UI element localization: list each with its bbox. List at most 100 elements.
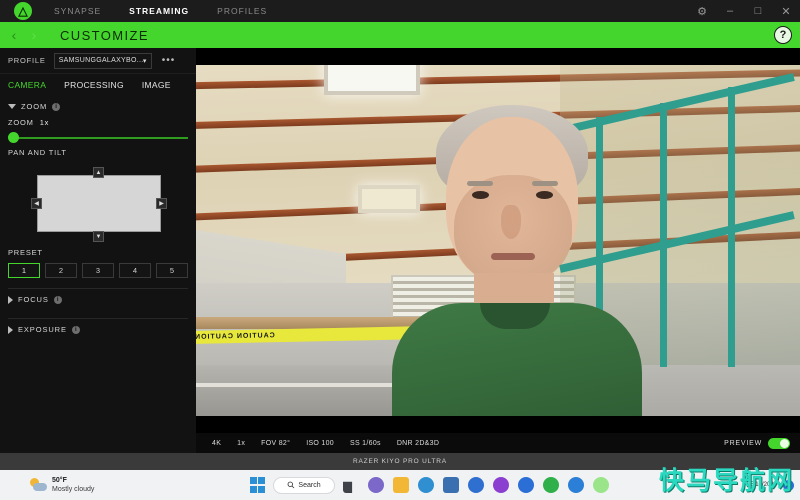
section-focus-title: FOCUS	[18, 295, 49, 304]
pan-tilt-viewport[interactable]	[37, 175, 161, 232]
chevron-right-icon	[8, 295, 13, 304]
chat-icon[interactable]	[366, 476, 385, 495]
profile-row: PROFILE SAMSUNGGALAXYBO... ▾ •••	[0, 48, 196, 74]
preset-button-2[interactable]: 2	[45, 263, 77, 278]
zoom-label-text: ZOOM	[8, 118, 34, 127]
preview-toggle[interactable]	[768, 437, 790, 449]
pan-down-icon[interactable]: ▼	[93, 231, 104, 242]
zoom-slider[interactable]	[0, 131, 196, 145]
taskbar-center: Search	[248, 476, 610, 495]
eye-left	[472, 191, 489, 199]
chevron-down-icon: ▾	[142, 57, 147, 65]
status-dnr: DNR 2D&3D	[396, 439, 440, 447]
taskview-icon[interactable]	[341, 476, 360, 495]
notification-badge[interactable]: 4	[783, 479, 794, 491]
section-zoom-header[interactable]: ZOOM i	[0, 96, 196, 115]
profile-more-icon[interactable]: •••	[162, 55, 176, 66]
camera-preview-video: CAUTION CAUTION	[196, 65, 800, 416]
preset-button-1[interactable]: 1	[8, 263, 40, 278]
weather-widget[interactable]: 50°F Mostly cloudy	[30, 476, 94, 494]
teal-frame-mullion	[660, 103, 667, 367]
subtab-processing[interactable]: PROCESSING	[64, 80, 124, 90]
settings-gear-icon[interactable]: ⚙	[688, 0, 716, 22]
section-zoom-title: ZOOM	[21, 102, 48, 111]
status-iso: ISO 100	[306, 439, 334, 447]
tab-synapse[interactable]: SYNAPSE	[54, 6, 101, 16]
search-placeholder: Search	[298, 481, 321, 489]
razer-logo-icon: △	[14, 2, 32, 20]
chevron-down-icon	[8, 104, 16, 109]
store-icon[interactable]	[441, 476, 460, 495]
minimize-icon[interactable]: –	[716, 0, 744, 22]
forward-arrow-icon[interactable]: ›	[24, 22, 44, 48]
preset-label: PRESET	[8, 248, 43, 257]
subtab-image[interactable]: IMAGE	[142, 80, 171, 90]
preset-buttons: 1 2 3 4 5	[0, 261, 196, 278]
weather-temperature: 50°F	[52, 477, 67, 484]
camera-preview-pane: CAUTION CAUTION	[196, 48, 800, 433]
section-exposure-title: EXPOSURE	[18, 325, 67, 334]
close-icon[interactable]: ✕	[772, 0, 800, 22]
status-resolution: 4K	[212, 439, 222, 447]
help-icon[interactable]: ?	[774, 26, 792, 44]
zoom-slider-label: ZOOM 1x	[0, 115, 196, 131]
file-explorer-icon[interactable]	[391, 476, 410, 495]
device-name: RAZER KIYO PRO ULTRA	[353, 458, 447, 465]
profile-value: SAMSUNGGALAXYBO...	[58, 57, 143, 64]
pan-tilt-label: PAN AND TILT	[8, 148, 67, 157]
section-focus-header[interactable]: FOCUS i	[0, 289, 196, 308]
tray-date[interactable]: 5/10/2023	[750, 481, 777, 489]
status-shutter: SS 1/60s	[350, 439, 381, 447]
info-icon[interactable]: i	[52, 102, 61, 111]
cloud-part	[33, 483, 47, 491]
preset-button-4[interactable]: 4	[119, 263, 151, 278]
pan-tilt-control[interactable]: ▲ ▼ ◀ ▶	[0, 163, 196, 245]
tab-streaming[interactable]: STREAMING	[129, 6, 189, 16]
preset-button-3[interactable]: 3	[82, 263, 114, 278]
search-input[interactable]: Search	[273, 476, 335, 494]
device-bar: RAZER KIYO PRO ULTRA	[0, 453, 800, 470]
eyebrow-left	[467, 181, 493, 186]
edge-icon[interactable]	[416, 476, 435, 495]
zoom-slider-handle[interactable]	[8, 132, 19, 143]
top-nav-tabs: SYNAPSE STREAMING PROFILES	[54, 6, 267, 16]
preview-toggle-group: PREVIEW	[724, 437, 790, 449]
title-bar: △ SYNAPSE STREAMING PROFILES ⚙ – □ ✕	[0, 0, 800, 22]
windows-start-icon[interactable]	[248, 476, 267, 495]
info-icon[interactable]: i	[71, 325, 80, 334]
status-fov: FOV 82°	[261, 439, 291, 447]
profile-label: PROFILE	[8, 56, 46, 65]
subtab-camera[interactable]: CAMERA	[8, 80, 46, 90]
blue-app-icon[interactable]	[516, 476, 535, 495]
window-controls: ⚙ – □ ✕	[688, 0, 800, 22]
green-app-icon[interactable]	[541, 476, 560, 495]
pan-up-icon[interactable]: ▲	[93, 167, 104, 178]
razer-app-icon[interactable]	[591, 476, 610, 495]
office-icon[interactable]	[466, 476, 485, 495]
tab-profiles[interactable]: PROFILES	[217, 6, 267, 16]
section-exposure-header[interactable]: EXPOSURE i	[0, 319, 196, 338]
ceiling-light	[358, 185, 420, 213]
profile-dropdown[interactable]: SAMSUNGGALAXYBO... ▾	[53, 52, 152, 69]
windows-taskbar: 50°F Mostly cloudy Search 5/10/2023 4	[0, 470, 800, 500]
pan-left-icon[interactable]: ◀	[31, 198, 42, 209]
info-icon[interactable]: i	[53, 295, 62, 304]
camera-status-bar: 4K 1x FOV 82° ISO 100 SS 1/60s DNR 2D&3D…	[196, 433, 800, 453]
skylight	[324, 65, 420, 95]
status-zoom: 1x	[237, 439, 246, 447]
eyebrow-right	[532, 181, 558, 186]
preset-button-5[interactable]: 5	[156, 263, 188, 278]
settings-sidebar: PROFILE SAMSUNGGALAXYBO... ▾ ••• CAMERA …	[0, 48, 196, 500]
page-header: ‹ › CUSTOMIZE ?	[0, 22, 800, 48]
maximize-icon[interactable]: □	[744, 0, 772, 22]
zoom-slider-track	[12, 137, 188, 139]
teal-app-icon[interactable]	[566, 476, 585, 495]
back-arrow-icon[interactable]: ‹	[4, 22, 24, 48]
weather-text: 50°F Mostly cloudy	[52, 476, 94, 494]
weather-description: Mostly cloudy	[52, 486, 95, 493]
purple-app-icon[interactable]	[491, 476, 510, 495]
mouth	[491, 253, 535, 260]
page-title: CUSTOMIZE	[60, 27, 149, 43]
pan-right-icon[interactable]: ▶	[156, 198, 167, 209]
caution-tape-text: CAUTION CAUTION	[196, 332, 275, 341]
